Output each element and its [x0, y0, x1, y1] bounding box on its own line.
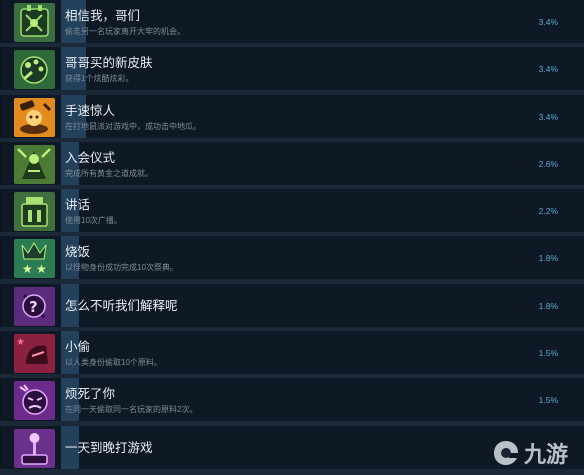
achievement-row[interactable]: ? 怎么不听我们解释呢 1.8%	[0, 283, 584, 327]
achievement-row[interactable]: 入会仪式 完成所有黄金之道成就。 2.6%	[0, 141, 584, 185]
achievement-title: 一天到晚打游戏	[65, 440, 153, 455]
achievement-title: 怎么不听我们解释呢	[65, 298, 178, 313]
achievement-description: 以人类身份偷取10个原料。	[65, 358, 162, 368]
palette-icon	[14, 50, 55, 90]
achievement-row[interactable]: 手速惊人 在打地鼠派对游戏中，成功击中地瓜。 3.4%	[0, 94, 584, 138]
watermark-text: 九游	[523, 443, 568, 468]
watermark-logo-icon	[493, 441, 518, 465]
achievement-row[interactable]: ★ ★ 烧饭 以怪物身份成功完成10次祭典。 1.8%	[0, 236, 584, 280]
achievement-percent: 3.4%	[538, 17, 558, 27]
achievement-title: 烧饭	[65, 245, 91, 260]
svg-text:?: ?	[29, 298, 38, 316]
robed-figure-icon	[14, 144, 55, 184]
achievement-percent: 3.4%	[538, 111, 558, 122]
angry-face-icon	[14, 381, 55, 421]
achievement-row[interactable]: 相信我，哥们 偷走另一名玩家离开大牢的机会。 3.4%	[0, 0, 584, 43]
achievement-percent: 2.2%	[538, 206, 558, 217]
achievement-percent: 1.8%	[538, 300, 558, 311]
question-bubble-icon: ?	[14, 286, 55, 326]
joystick-icon	[14, 428, 55, 468]
achievement-description: 以怪物身份成功完成10次祭典。	[65, 263, 178, 273]
achievement-description: 偷走另一名玩家离开大牢的机会。	[65, 27, 185, 36]
achievement-percent: 1.5%	[538, 348, 558, 359]
achievement-row[interactable]: ★ 小偷 以人类身份偷取10个原料。 1.5%	[0, 331, 584, 375]
achievement-row[interactable]: 哥哥买的新皮肤 获得1个炫酷炫彩。 3.4%	[0, 47, 584, 91]
achievement-description: 在同一天偷取同一名玩家的原料2次。	[65, 405, 198, 415]
svg-text:★: ★	[36, 262, 47, 276]
thief-icon: ★	[14, 334, 55, 374]
podium-icon	[14, 192, 55, 232]
achievement-percent: 2.6%	[538, 158, 558, 169]
achievement-title: 相信我，哥们	[65, 9, 141, 23]
achievement-description: 使用10次广播。	[65, 216, 122, 226]
achievement-percent: 1.5%	[538, 395, 558, 406]
achievement-title: 烦死了你	[65, 387, 116, 402]
achievement-description: 完成所有黄金之道成就。	[65, 168, 153, 178]
site-watermark: 九游	[491, 437, 568, 469]
svg-text:★: ★	[22, 262, 33, 276]
achievement-title: 讲话	[65, 198, 91, 213]
achievement-title: 入会仪式	[65, 150, 116, 165]
svg-text:★: ★	[16, 337, 25, 348]
cage-icon	[14, 3, 55, 42]
achievement-list: 相信我，哥们 偷走另一名玩家离开大牢的机会。 3.4% 哥哥买的新皮肤 获得1个…	[0, 0, 584, 473]
achievement-description: 获得1个炫酷炫彩。	[65, 74, 134, 84]
monster-stars-icon: ★ ★	[14, 239, 55, 279]
whack-mole-icon	[14, 97, 55, 137]
achievement-row[interactable]: 讲话 使用10次广播。 2.2%	[0, 189, 584, 233]
achievement-title: 小偷	[65, 340, 91, 355]
achievement-percent: 1.8%	[538, 253, 558, 264]
achievement-title: 哥哥买的新皮肤	[65, 56, 153, 71]
achievement-title: 手速惊人	[65, 103, 116, 118]
achievement-percent: 3.4%	[538, 64, 558, 75]
achievement-description: 在打地鼠派对游戏中，成功击中地瓜。	[65, 121, 201, 131]
achievement-row[interactable]: 烦死了你 在同一天偷取同一名玩家的原料2次。 1.5%	[0, 378, 584, 422]
